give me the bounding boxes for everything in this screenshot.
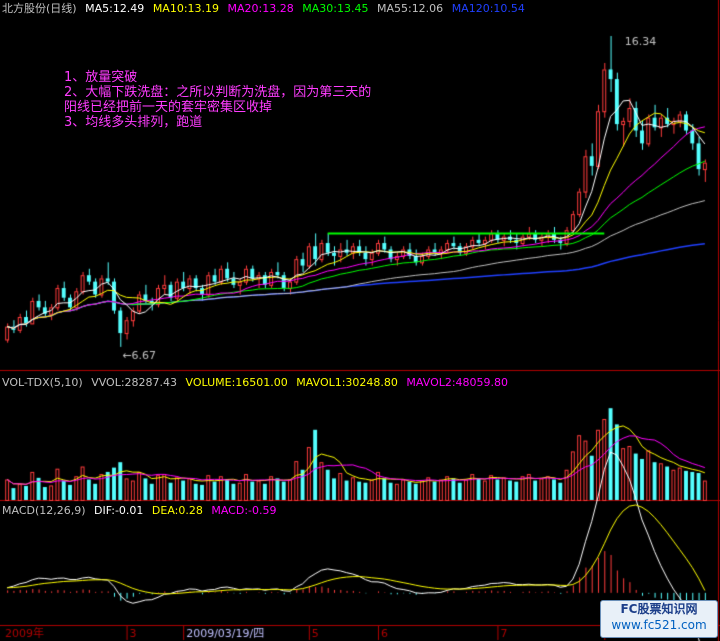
annotation-line-3: 阳线已经把前一天的套牢密集区收掉 [64, 100, 273, 115]
annotation-line-2: 2、大幅下跌洗盘：之所以判断为洗盘，因为第三天的 [64, 85, 372, 100]
dea-value: DEA:0.28 [151, 504, 203, 517]
annotation-line-4: 3、均线多头排列，跑道 [64, 115, 203, 130]
mavol2-value: MAVOL2:48059.80 [406, 376, 509, 389]
ma55-value: MA55:12.06 [376, 2, 444, 15]
vol-indicator-name: VOL-TDX(5,10) [2, 376, 83, 389]
vvol-value: VVOL:28287.43 [91, 376, 178, 389]
volume-panel-header: VOL-TDX(5,10) VVOL:28287.43 VOLUME:16501… [2, 376, 513, 389]
ma10-value: MA10:13.19 [152, 2, 220, 15]
ma30-value: MA30:13.45 [302, 2, 369, 15]
dif-value: DIF:-0.01 [94, 504, 144, 517]
site-watermark: FC股票知识网 www.fc521.com [600, 600, 718, 638]
volume-value: VOLUME:16501.00 [185, 376, 288, 389]
price-panel-header: 北方股份(日线) MA5:12.49 MA10:13.19 MA20:13.28… [2, 2, 530, 15]
annotation-text: 1、放量突破 2、大幅下跌洗盘：之所以判断为洗盘，因为第三天的 阳线已经把前一天… [64, 70, 371, 130]
ma20-value: MA20:13.28 [227, 2, 294, 15]
annotation-line-1: 1、放量突破 [64, 70, 138, 85]
watermark-title: FC股票知识网 [620, 602, 698, 616]
ma5-value: MA5:12.49 [85, 2, 145, 15]
macd-panel-header: MACD(12,26,9) DIF:-0.01 DEA:0.28 MACD:-0… [2, 504, 282, 517]
macd-value: MACD:-0.59 [211, 504, 277, 517]
stock-name: 北方股份(日线) [2, 2, 77, 15]
mavol1-value: MAVOL1:30248.80 [296, 376, 398, 389]
ma120-value: MA120:10.54 [451, 2, 525, 15]
watermark-url: www.fc521.com [611, 618, 707, 632]
macd-indicator-name: MACD(12,26,9) [2, 504, 86, 517]
